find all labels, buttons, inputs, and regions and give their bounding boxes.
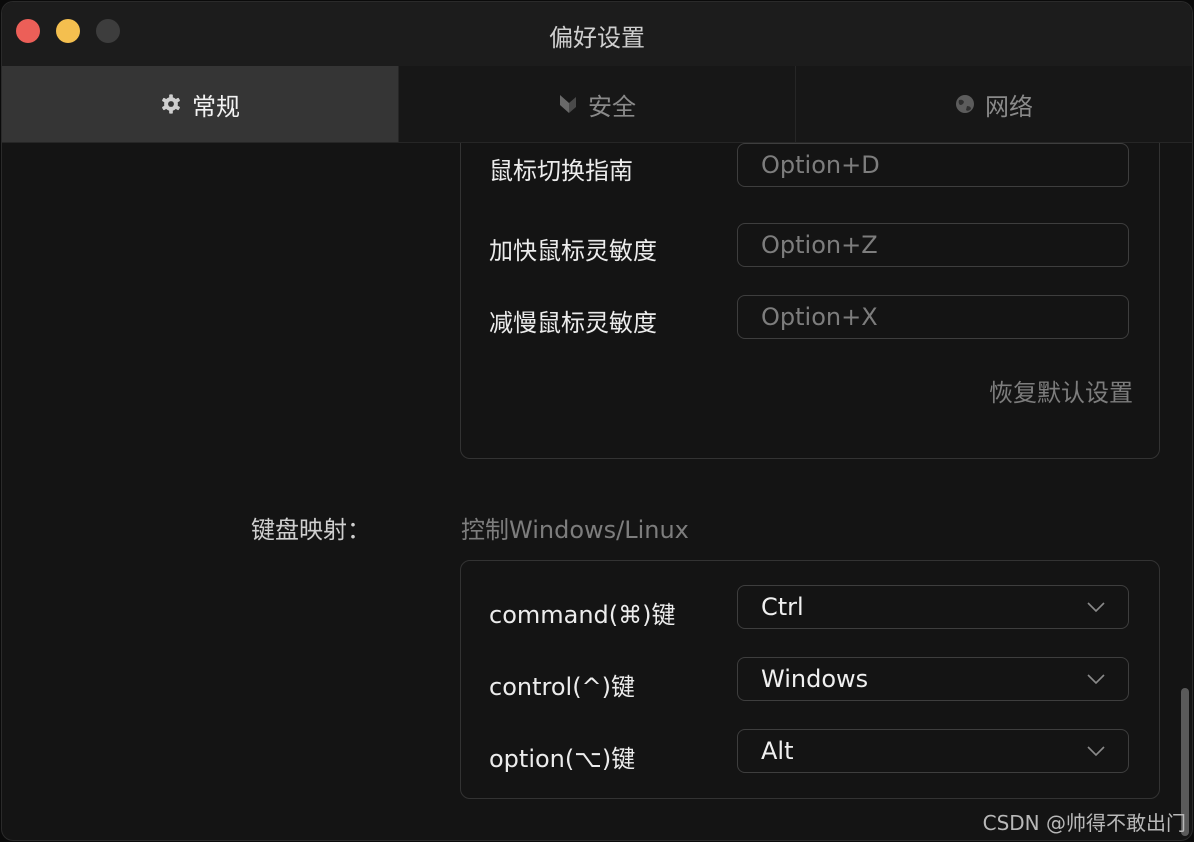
keyboard-mapping-subtitle: 控制Windows/Linux (461, 516, 689, 544)
tab-security-label: 安全 (588, 92, 636, 121)
window-title: 偏好设置 (549, 24, 645, 52)
title-bar: 偏好设置 (2, 2, 1192, 66)
decrease-sensitivity-label: 减慢鼠标灵敏度 (489, 309, 657, 337)
keyboard-mapping-card: command(⌘)键 Ctrl control(^)键 Windows opt… (460, 560, 1160, 799)
tab-network-label: 网络 (985, 92, 1033, 121)
chevron-down-icon (1087, 746, 1105, 757)
mouse-switch-guide-input[interactable]: Option+D (737, 143, 1129, 187)
watermark: CSDN @帅得不敢出门 (982, 811, 1186, 835)
chevron-down-icon (1087, 674, 1105, 685)
control-key-select[interactable]: Windows (737, 657, 1129, 701)
decrease-sensitivity-input[interactable]: Option+X (737, 295, 1129, 339)
reset-defaults-link[interactable]: 恢复默认设置 (989, 373, 1133, 408)
increase-sensitivity-label: 加快鼠标灵敏度 (489, 237, 657, 265)
mouse-switch-guide-label: 鼠标切换指南 (489, 157, 633, 185)
globe-icon (955, 94, 975, 114)
chevron-down-icon (1087, 602, 1105, 613)
option-key-select[interactable]: Alt (737, 729, 1129, 773)
control-key-label: control(^)键 (489, 673, 636, 701)
tab-security[interactable]: 安全 (399, 66, 796, 142)
keyboard-mapping-label: 键盘映射： (251, 516, 371, 544)
gear-icon (160, 93, 182, 115)
preferences-window: 偏好设置 常规 安全 网络 鼠标切换指南 Option+D 加快鼠标灵敏度 Op… (2, 2, 1192, 840)
mouse-shortcuts-card: 鼠标切换指南 Option+D 加快鼠标灵敏度 Option+Z 减慢鼠标灵敏度… (460, 143, 1160, 459)
settings-content: 鼠标切换指南 Option+D 加快鼠标灵敏度 Option+Z 减慢鼠标灵敏度… (2, 143, 1192, 840)
shield-icon (558, 93, 578, 115)
command-key-label: command(⌘)键 (489, 601, 676, 629)
option-key-label: option(⌥)键 (489, 745, 636, 773)
command-key-select[interactable]: Ctrl (737, 585, 1129, 629)
tab-general-label: 常规 (192, 92, 240, 121)
tab-general[interactable]: 常规 (2, 66, 399, 142)
tab-bar: 常规 安全 网络 (2, 66, 1192, 143)
option-key-value: Alt (761, 737, 794, 765)
command-key-value: Ctrl (761, 593, 804, 621)
control-key-value: Windows (761, 665, 869, 693)
tab-network[interactable]: 网络 (796, 66, 1192, 142)
increase-sensitivity-input[interactable]: Option+Z (737, 223, 1129, 267)
